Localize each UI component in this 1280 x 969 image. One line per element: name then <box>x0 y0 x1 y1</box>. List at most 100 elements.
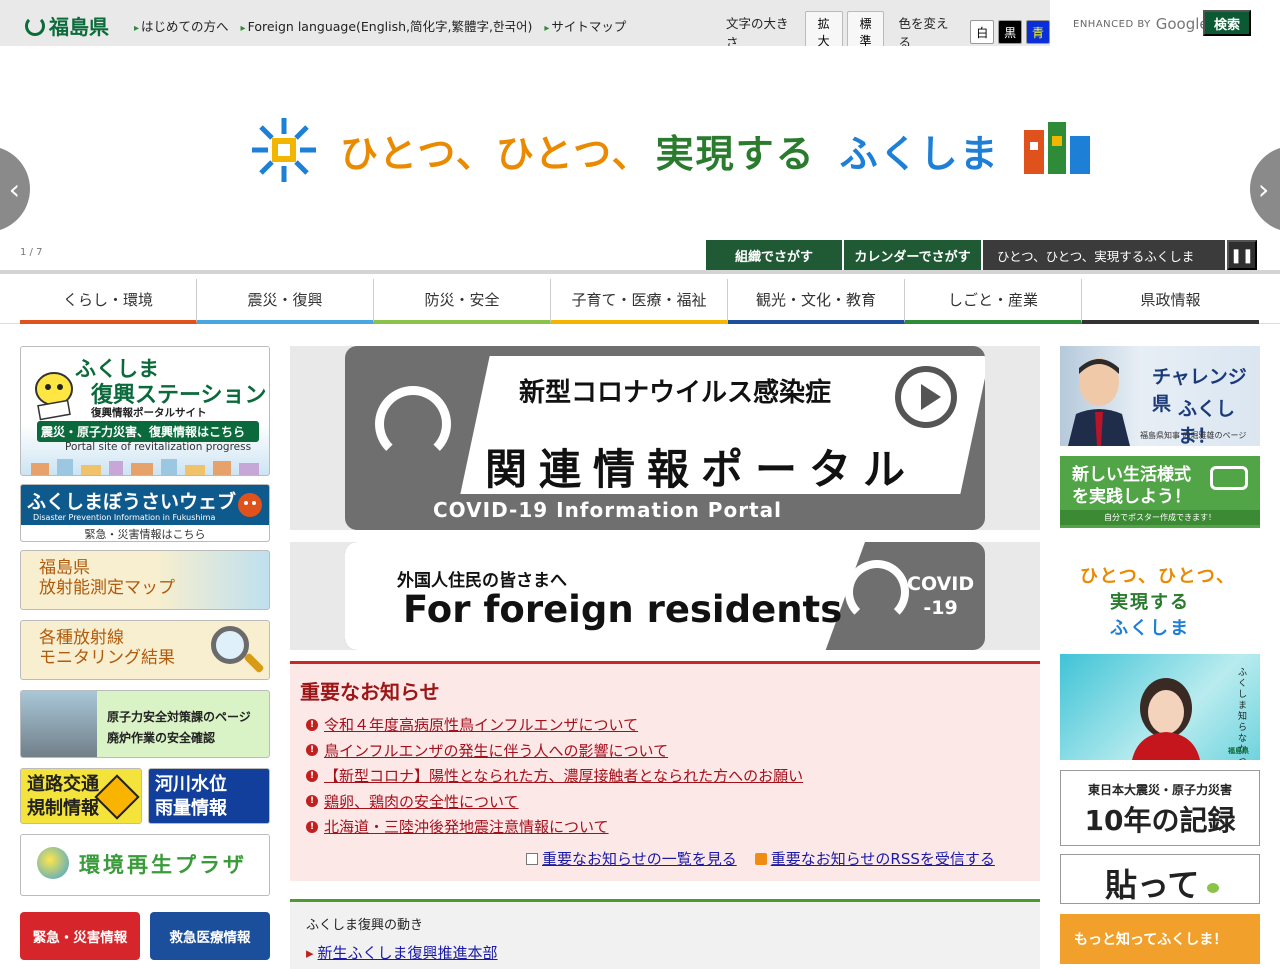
current-slide-title[interactable]: ひとつ、ひとつ、実現するふくしま <box>983 240 1225 270</box>
emergency-info-button[interactable]: 緊急・災害情報 <box>20 912 140 960</box>
nav-item[interactable]: しごと・産業 <box>905 279 1082 324</box>
notice-link[interactable]: 鳥インフルエンザの発生に伴う人への影響について <box>324 740 668 761</box>
nav-item[interactable]: くらし・環境 <box>20 279 197 324</box>
governor-page-banner[interactable]: チャレンジ県 ふくしま！ 福島県知事 内堀雅雄のページ <box>1060 346 1260 446</box>
radiation-map-banner[interactable]: 福島県 放射能測定マップ <box>20 550 270 610</box>
covid-english-title: COVID-19 Information Portal <box>433 498 782 522</box>
banner-title: 環境再生プラザ <box>79 853 247 877</box>
bousai-web-banner[interactable]: ふくしまぼうさいウェブ Disaster Prevention Informat… <box>20 484 270 542</box>
list-icon <box>526 852 538 865</box>
new-lifestyle-banner[interactable]: 新しい生活様式 を実践しよう！ 自分でポスター作成できます！ <box>1060 456 1260 528</box>
banner-title: 雨量情報 <box>155 798 227 819</box>
sitemap-link[interactable]: サイトマップ <box>544 16 626 35</box>
plant-photo <box>21 691 97 757</box>
covid-label: COVID <box>907 573 975 595</box>
banner-caption: 福島県知事 内堀雅雄のページ <box>1140 431 1247 440</box>
motto-shitte-banner[interactable]: もっと知ってふくしま！ <box>1060 914 1260 964</box>
recovery-news: ふくしま復興の動き 新生ふくしま復興推進本部 <box>290 899 1040 969</box>
fukko-station-banner[interactable]: ふくしま 復興ステーション 復興情報ポータルサイト 震災・原子力災害、復興情報は… <box>20 346 270 476</box>
notices-list-link[interactable]: 重要なお知らせの一覧を見る <box>526 848 737 869</box>
notices-rss-link-label: 重要なお知らせのRSSを受信する <box>770 850 995 868</box>
banner-title: モニタリング結果 <box>39 648 175 668</box>
slider-next-button[interactable]: › <box>1250 146 1280 232</box>
globe-icon <box>37 847 69 879</box>
covid-portal-banner[interactable]: 新型コロナウイルス感染症 関連情報ポータル COVID-19 Informati… <box>290 346 1040 530</box>
nav-item[interactable]: 観光・文化・教育 <box>728 279 905 324</box>
notice-link[interactable]: 令和４年度高病原性鳥インフルエンザについて <box>324 714 638 735</box>
radiation-monitoring-banner[interactable]: 各種放射線 モニタリング結果 <box>20 620 270 680</box>
notice-item: 北海道・三陸沖後発地震注意情報について <box>306 814 803 840</box>
banner-title: 規制情報 <box>27 798 99 819</box>
banner-subtitle: Disaster Prevention Information in Fukus… <box>33 513 216 522</box>
river-level-banner[interactable]: 河川水位 雨量情報 <box>148 768 270 824</box>
medical-info-button[interactable]: 救急医療情報 <box>150 912 270 960</box>
rss-icon <box>754 852 767 865</box>
banner-title: 新しい生活様式 <box>1072 465 1191 485</box>
play-icon <box>895 366 957 428</box>
notice-link[interactable]: 鶏卵、鶏肉の安全性について <box>324 791 519 812</box>
important-notices: 重要なお知らせ 令和４年度高病原性鳥インフルエンザについて鳥インフルエンザの発生… <box>290 661 1040 881</box>
notice-link[interactable]: 北海道・三陸沖後発地震注意情報について <box>324 816 609 837</box>
foreign-language-link[interactable]: Foreign language(English,简化字,繁體字,한국어) <box>241 16 533 35</box>
notice-item: 令和４年度高病原性鳥インフルエンザについて <box>306 712 803 738</box>
nav-item[interactable]: 県政情報 <box>1082 279 1259 324</box>
notice-link[interactable]: 【新型コロナ】陽性となられた方、濃厚接触者となられた方へのお願い <box>324 765 803 786</box>
search-button[interactable]: 検索 <box>1203 10 1251 36</box>
top-bar: 福島県 はじめての方へ Foreign language(English,简化字… <box>0 0 1050 53</box>
slogan-part: ふくしま <box>1110 618 1190 639</box>
banner-cta: 緊急・災害情報はこちら <box>21 525 269 541</box>
nav-item[interactable]: 震災・復興 <box>197 279 374 324</box>
banner-cta: 震災・原子力災害、復興情報はこちら <box>37 421 259 442</box>
slogan-part: ひとつ、ひとつ、 <box>1080 566 1237 587</box>
foreign-english-title: For foreign residents <box>403 588 843 631</box>
magnifier-handle <box>243 652 265 674</box>
nav-item[interactable]: 防災・安全 <box>374 279 551 324</box>
site-logo[interactable]: 福島県 <box>25 11 109 40</box>
slider-prev-button[interactable]: ‹ <box>0 146 30 232</box>
disaster-record-banner[interactable]: 東日本大震災・原子力災害 10年の記録 <box>1060 770 1260 846</box>
dog-mascot-icon <box>238 493 262 517</box>
hero-slide-image[interactable]: ひとつ、ひとつ、 実現する ふくしま <box>250 116 1092 184</box>
first-visit-link[interactable]: はじめての方へ <box>134 16 229 35</box>
search-by-organization-button[interactable]: 組織でさがす <box>706 240 842 270</box>
hero-slider: ‹ › ひとつ、ひとつ、 実現する ふくしま <box>0 46 1280 270</box>
covid-title: 新型コロナウイルス感染症 <box>519 378 832 408</box>
leaf-icon <box>1207 883 1219 893</box>
global-nav: くらし・環境 震災・復興 防災・安全 子育て・医療・福祉 観光・文化・教育 しごと・産業県… <box>0 270 1280 324</box>
env-plaza-banner[interactable]: 環境再生プラザ <box>20 834 270 896</box>
emblem-icon <box>375 386 451 462</box>
banner-title: 原子力安全対策課のページ <box>107 710 251 724</box>
google-logo: Google <box>1155 15 1209 33</box>
banner-subtitle: 東日本大震災・原子力災害 <box>1087 783 1232 797</box>
search-by-calendar-button[interactable]: カレンダーでさがす <box>844 240 981 270</box>
covid-portal-title: 関連情報ポータル <box>485 445 918 494</box>
slider-pause-button[interactable]: ❚❚ <box>1227 240 1257 270</box>
emblem-icon <box>845 560 909 624</box>
prefecture-emblem-icon <box>25 15 45 36</box>
color-blue-button[interactable]: 青 <box>1026 20 1050 44</box>
hero-tagline-part: 実現する <box>655 131 816 176</box>
nuclear-safety-banner[interactable]: 原子力安全対策課のページ 廃炉作業の安全確認 <box>20 690 270 758</box>
banner-caption: Portal site of revitalization progress <box>65 441 252 453</box>
road-traffic-banner[interactable]: 道路交通 規制情報 <box>20 768 142 824</box>
hatte-banner[interactable]: 貼って <box>1060 854 1260 904</box>
banner-title: 放射能測定マップ <box>39 578 175 598</box>
color-black-button[interactable]: 黒 <box>998 20 1023 44</box>
ambassador-banner[interactable]: ふくしま知らなかった大使 福島県 <box>1060 654 1260 760</box>
governor-photo <box>1068 358 1130 446</box>
ambassador-logo: 福島県 <box>1228 747 1249 755</box>
notices-rss-link[interactable]: 重要なお知らせのRSSを受信する <box>754 848 995 869</box>
google-search-input[interactable]: ENHANCED BY Google <box>1073 15 1209 33</box>
nav-item[interactable]: 子育て・医療・福祉 <box>551 279 728 324</box>
hero-tagline: ひとつ、ひとつ、 実現する ふくしま <box>340 123 1000 178</box>
slogan-banner[interactable]: ひとつ、ひとつ、 実現する ふくしま <box>1060 544 1260 644</box>
hero-tagline-part: ふくしま <box>839 131 1000 176</box>
notices-links: 重要なお知らせの一覧を見る 重要なお知らせのRSSを受信する <box>526 848 995 869</box>
color-white-button[interactable]: 白 <box>970 20 995 44</box>
mascot-building-icon <box>1023 122 1090 174</box>
town-illustration-icon <box>31 459 259 475</box>
banner-title: 福島県 <box>39 558 90 578</box>
notice-item: 鳥インフルエンザの発生に伴う人への影響について <box>306 738 803 764</box>
foreign-residents-banner[interactable]: 外国人住民の皆さまへ For foreign residents COVID -… <box>290 542 1040 650</box>
banner-title: を実践しよう！ <box>1072 487 1191 507</box>
